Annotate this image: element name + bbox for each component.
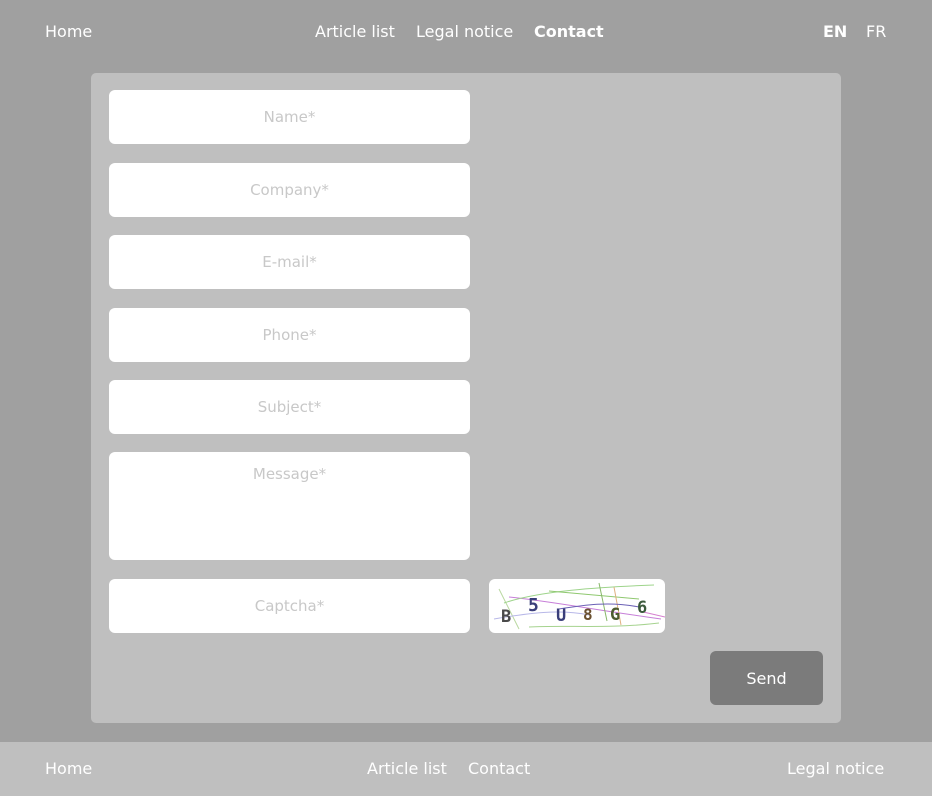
footer-legal-notice-link[interactable]: Legal notice: [787, 758, 884, 780]
top-navigation: Home Article list Legal notice Contact E…: [0, 0, 932, 64]
language-en-link[interactable]: EN: [823, 21, 847, 43]
nav-legal-notice-link[interactable]: Legal notice: [416, 21, 513, 43]
send-button[interactable]: Send: [710, 651, 823, 705]
subject-input[interactable]: [109, 380, 470, 434]
nav-contact-link[interactable]: Contact: [534, 21, 604, 43]
captcha-char: 6: [637, 598, 647, 618]
captcha-char: 8: [583, 605, 593, 624]
captcha-char: G: [610, 605, 620, 625]
captcha-char: 5: [528, 595, 539, 616]
captcha-image: B 5 U 8 G 6: [489, 579, 665, 633]
captcha-char: U: [556, 606, 566, 626]
language-fr-link[interactable]: FR: [866, 21, 886, 43]
email-input[interactable]: [109, 235, 470, 289]
captcha-graphic: B 5 U 8 G 6: [493, 582, 665, 630]
nav-home-link[interactable]: Home: [45, 21, 92, 43]
captcha-char: B: [501, 607, 511, 627]
nav-article-list-link[interactable]: Article list: [315, 21, 395, 43]
phone-input[interactable]: [109, 308, 470, 362]
footer: Home Article list Contact Legal notice: [0, 742, 932, 796]
footer-home-link[interactable]: Home: [45, 758, 92, 780]
message-textarea[interactable]: [109, 452, 470, 560]
contact-form-card: B 5 U 8 G 6 Send: [91, 73, 841, 723]
company-input[interactable]: [109, 163, 470, 217]
captcha-input[interactable]: [109, 579, 470, 633]
name-input[interactable]: [109, 90, 470, 144]
footer-article-list-link[interactable]: Article list: [367, 758, 447, 780]
footer-contact-link[interactable]: Contact: [468, 758, 530, 780]
